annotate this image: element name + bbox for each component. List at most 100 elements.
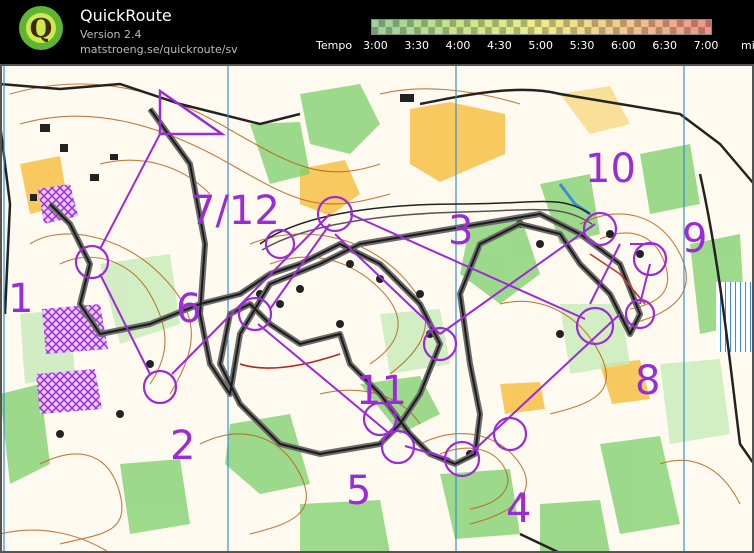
- app-title: QuickRoute: [80, 6, 172, 25]
- tempo-tick-label: 3:00: [363, 39, 388, 52]
- control-number-6: 6: [176, 286, 201, 332]
- control-number-9: 9: [682, 216, 707, 262]
- tempo-scale-cell: [655, 19, 663, 27]
- tempo-scale-cell: [598, 27, 606, 35]
- tempo-scale-cell: [399, 27, 408, 35]
- tempo-scale-cell: [704, 19, 712, 27]
- logo-letter: Q: [30, 14, 53, 44]
- tempo-label: Tempo: [316, 39, 353, 52]
- map-canvas[interactable]: 1 2 3 4 5 6 7/12 8 9 10 11: [0, 64, 754, 553]
- tempo-scale-cell: [413, 27, 422, 35]
- tempo-scale-cell: [470, 27, 479, 35]
- tempo-scale-cell: [662, 27, 670, 35]
- tempo-scale-cell: [676, 19, 685, 27]
- tempo-scale-cell: [548, 27, 557, 35]
- tempo-scale-cell: [541, 19, 550, 27]
- tempo-tick-label: 6:00: [611, 39, 636, 52]
- tempo-tick-label: 7:00: [693, 39, 719, 52]
- tempo-scale-cell: [385, 19, 393, 27]
- control-number-4: 4: [506, 486, 531, 532]
- tempo-scale-cell: [491, 27, 500, 35]
- control-number-3: 3: [448, 208, 473, 254]
- tempo-scale-cell: [697, 27, 706, 35]
- control-number-11: 11: [356, 368, 407, 414]
- tempo-scale-cell: [420, 19, 429, 27]
- tempo-scale-cell: [434, 19, 443, 27]
- tempo-scale-cell: [626, 27, 635, 35]
- tempo-scale-cell: [612, 27, 621, 35]
- tempo-scale-cell: [498, 27, 507, 35]
- tempo-tick-label: 5:00: [528, 39, 554, 52]
- tempo-scale-cell: [633, 27, 642, 35]
- tempo-scale-cell: [527, 19, 535, 27]
- tempo-scale-cell: [505, 19, 514, 27]
- tempo-scale-cell: [569, 27, 578, 35]
- tempo-scale-cell: [612, 19, 621, 27]
- tempo-scale-cell: [534, 27, 542, 35]
- tempo-scale-cell: [577, 27, 585, 35]
- tempo-scale-cell: [619, 19, 628, 27]
- tempo-scale-cell: [697, 19, 706, 27]
- tempo-scale-cell: [477, 19, 486, 27]
- tempo-scale-cell: [577, 19, 585, 27]
- tempo-scale-cell: [541, 27, 550, 35]
- tempo-scale-cell: [513, 19, 521, 27]
- tempo-scale-cell: [385, 27, 393, 35]
- tempo-scale-cell: [442, 19, 450, 27]
- tempo-scale-cell: [413, 19, 422, 27]
- tempo-scale-cell: [463, 27, 471, 35]
- tempo-scale-cell: [470, 19, 479, 27]
- tempo-scale-cell: [484, 27, 493, 35]
- tempo-scale-cell: [484, 19, 493, 27]
- tempo-scale-cell: [406, 27, 415, 35]
- tempo-scale-cell: [371, 27, 379, 35]
- tempo-unit-label: min/km: [741, 39, 754, 52]
- app-url: matstroeng.se/quickroute/sv: [80, 43, 238, 56]
- tempo-scale-cell: [690, 19, 699, 27]
- tempo-scale-cell: [555, 27, 564, 35]
- tempo-scale-cell: [676, 27, 685, 35]
- tempo-scale-cell: [662, 19, 670, 27]
- tempo-scale-cell: [449, 27, 457, 35]
- tempo-scale-cell: [392, 19, 400, 27]
- tempo-scale-cell: [669, 27, 677, 35]
- tempo-scale-cell: [420, 27, 429, 35]
- tempo-scale-cell: [427, 19, 436, 27]
- tempo-tick-label: 6:30: [652, 39, 678, 52]
- tempo-scale-cell: [548, 19, 557, 27]
- tempo-tick-label: 4:00: [445, 39, 471, 52]
- tempo-scale-cell: [690, 27, 699, 35]
- tempo-scale-cell: [605, 19, 614, 27]
- tempo-scale-cell: [569, 19, 578, 27]
- tempo-scale-cell: [669, 19, 677, 27]
- tempo-scale-cell: [598, 19, 606, 27]
- orienteering-map[interactable]: 1 2 3 4 5 6 7/12 8 9 10 11: [0, 64, 754, 553]
- tempo-scale-cell: [449, 19, 457, 27]
- app-version: Version 2.4: [80, 28, 142, 41]
- tempo-scale-cell: [456, 27, 464, 35]
- tempo-scale-cell: [633, 19, 642, 27]
- control-number-8: 8: [635, 358, 660, 404]
- control-number-10: 10: [585, 146, 636, 192]
- tempo-scale-cell: [434, 27, 443, 35]
- tempo-scale-cell: [505, 27, 514, 35]
- tempo-scale-cell: [626, 19, 635, 27]
- tempo-scale-cell: [648, 19, 656, 27]
- tempo-scale-cell: [562, 27, 571, 35]
- tempo-scale-cell: [648, 27, 656, 35]
- tempo-tick-label: 3:30: [404, 39, 430, 52]
- tempo-scale-cell: [562, 19, 571, 27]
- tempo-scale-cell: [640, 19, 649, 27]
- tempo-scale-cell: [683, 19, 692, 27]
- tempo-scale-cell: [498, 19, 507, 27]
- tempo-scale-cell: [584, 27, 592, 35]
- tempo-scale-cell: [619, 27, 628, 35]
- control-number-7-12: 7/12: [190, 188, 280, 234]
- tempo-scale-cell: [456, 19, 464, 27]
- tempo-scale-cell: [704, 27, 712, 35]
- tempo-scale-cell: [555, 19, 564, 27]
- header: Q QuickRoute Version 2.4 matstroeng.se/q…: [0, 0, 754, 64]
- tempo-scale-cell: [591, 19, 599, 27]
- tempo-scale-cell: [513, 27, 521, 35]
- tempo-scale-cell: [520, 27, 528, 35]
